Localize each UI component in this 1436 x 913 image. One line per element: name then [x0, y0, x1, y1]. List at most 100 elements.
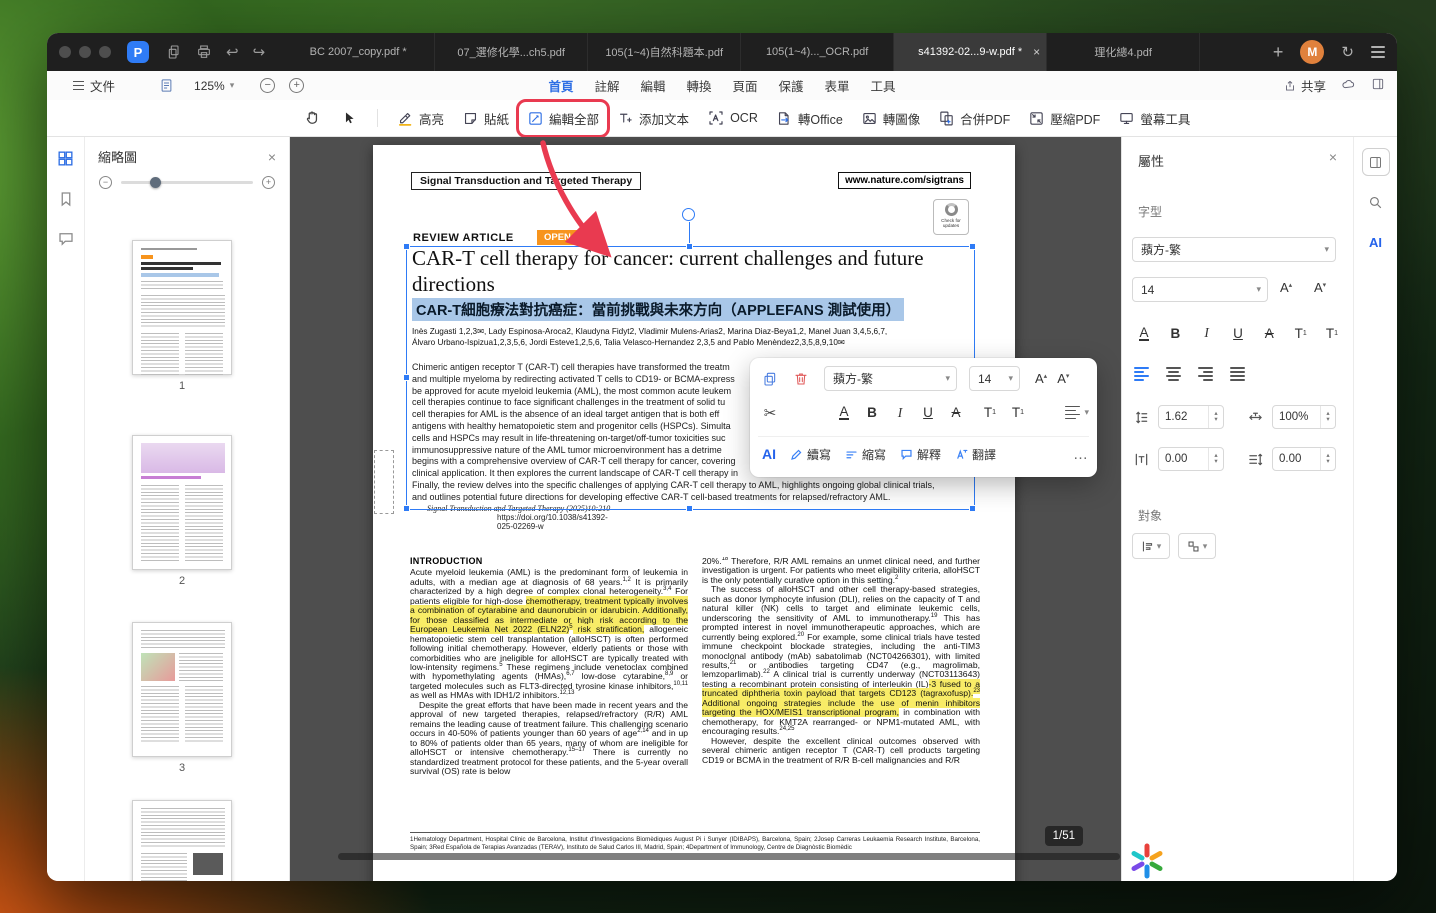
- duplicate-icon[interactable]: [758, 367, 782, 391]
- ai-continue-writing-button[interactable]: 續寫: [790, 446, 831, 463]
- subscript-button[interactable]: T1: [1004, 401, 1032, 425]
- scrollbar-thumb[interactable]: [338, 853, 1120, 860]
- character-spacing-stepper[interactable]: 0.00 ▴▾: [1158, 447, 1224, 471]
- to-image-button[interactable]: 轉圖像: [861, 109, 921, 128]
- properties-panel-toggle[interactable]: [1362, 148, 1390, 176]
- font-size-select[interactable]: 14 ▾: [969, 366, 1020, 391]
- avatar[interactable]: M: [1300, 40, 1324, 64]
- document-tab[interactable]: 105(1~4)自然科題本.pdf: [588, 33, 741, 71]
- increase-font-button[interactable]: A▴: [1035, 371, 1047, 386]
- page-thumbnail-3[interactable]: [132, 622, 232, 757]
- ai-badge[interactable]: AI: [762, 446, 776, 462]
- paragraph-spacing-stepper[interactable]: 0.00 ▴▾: [1272, 447, 1336, 471]
- tab-convert[interactable]: 轉換: [686, 76, 711, 95]
- new-tab-button[interactable]: +: [1273, 42, 1284, 63]
- close-panel-icon[interactable]: ×: [1329, 149, 1337, 165]
- to-office-button[interactable]: 轉Office: [776, 109, 843, 128]
- subscript-button[interactable]: T1: [1318, 321, 1346, 345]
- ai-summarize-button[interactable]: 縮寫: [845, 446, 886, 463]
- cloud-icon[interactable]: [1340, 77, 1357, 95]
- align-right-button[interactable]: [1198, 365, 1213, 383]
- ai-assistant-icon[interactable]: AI: [1369, 235, 1382, 250]
- tab-tools[interactable]: 工具: [871, 76, 896, 95]
- slider-knob[interactable]: [150, 177, 161, 188]
- document-tab[interactable]: BC 2007_copy.pdf *: [282, 33, 435, 71]
- ai-explain-button[interactable]: 解釋: [900, 446, 941, 463]
- italic-button[interactable]: I: [886, 401, 914, 425]
- close-window-button[interactable]: [59, 46, 71, 58]
- edit-all-button[interactable]: 編輯全部: [527, 109, 599, 128]
- italic-button[interactable]: I: [1193, 321, 1221, 345]
- align-center-button[interactable]: [1166, 365, 1181, 383]
- font-family-select[interactable]: 蘋方-繁 ▾: [1132, 237, 1336, 262]
- selection-handle-br[interactable]: [969, 505, 976, 512]
- collapse-toolbar-icon[interactable]: [1371, 77, 1385, 94]
- screen-tools-button[interactable]: 螢幕工具: [1118, 109, 1190, 128]
- zoom-out-button[interactable]: −: [260, 78, 275, 93]
- document-tab[interactable]: 理化總4.pdf: [1047, 33, 1200, 71]
- trash-icon[interactable]: [789, 367, 813, 391]
- distribute-objects-dropdown[interactable]: ▾: [1178, 533, 1216, 559]
- tab-home[interactable]: 首頁: [548, 76, 573, 95]
- line-spacing-stepper[interactable]: 1.62 ▴▾: [1158, 405, 1224, 429]
- selection-handle-tr[interactable]: [969, 243, 976, 250]
- page-thumbnail-1[interactable]: [132, 240, 232, 375]
- page-thumbnail-2[interactable]: [132, 435, 232, 570]
- selection-handle-bm[interactable]: [686, 505, 693, 512]
- page-thumbnail-4[interactable]: [132, 800, 232, 881]
- comment-icon[interactable]: [57, 230, 75, 253]
- share-button[interactable]: 共享: [1283, 76, 1326, 95]
- decrease-font-button[interactable]: A▾: [1314, 280, 1326, 295]
- strikethrough-button[interactable]: A: [942, 401, 970, 425]
- ocr-button[interactable]: OCR: [707, 109, 758, 127]
- horizontal-scrollbar[interactable]: [290, 853, 1121, 862]
- superscript-button[interactable]: T1: [1287, 321, 1315, 345]
- print-icon[interactable]: [196, 44, 212, 60]
- bookmark-icon[interactable]: [57, 190, 75, 213]
- close-tab-icon[interactable]: ×: [1033, 45, 1040, 59]
- strikethrough-button[interactable]: A: [1255, 321, 1283, 345]
- thumbnail-zoom-slider[interactable]: − +: [99, 176, 275, 189]
- align-left-button[interactable]: [1134, 365, 1149, 383]
- tab-edit[interactable]: 編輯: [640, 76, 665, 95]
- hand-tool[interactable]: [300, 105, 326, 131]
- thumbnails-panel-icon[interactable]: [56, 149, 75, 173]
- pages-icon[interactable]: [166, 44, 182, 60]
- zoom-level-select[interactable]: 125% ▾: [194, 79, 234, 93]
- document-tab[interactable]: 105(1~4)..._OCR.pdf: [741, 33, 894, 71]
- horizontal-scale-stepper[interactable]: 100% ▴▾: [1272, 405, 1336, 429]
- bold-button[interactable]: B: [858, 401, 886, 425]
- highlight-button[interactable]: 高亮: [397, 109, 444, 128]
- font-color-button[interactable]: A: [830, 401, 858, 425]
- search-icon[interactable]: [1367, 194, 1384, 216]
- rotate-handle[interactable]: [682, 208, 695, 221]
- zoom-in-icon[interactable]: +: [262, 176, 275, 189]
- selection-handle-tl[interactable]: [403, 243, 410, 250]
- underline-button[interactable]: U: [914, 401, 942, 425]
- redo-icon[interactable]: ↪: [253, 43, 266, 61]
- document-tab-active[interactable]: s41392-02...9-w.pdf * ×: [894, 33, 1047, 71]
- empty-text-frame[interactable]: [374, 450, 394, 514]
- zoom-in-button[interactable]: +: [289, 78, 304, 93]
- compress-pdf-button[interactable]: 壓縮PDF: [1028, 109, 1100, 128]
- increase-font-button[interactable]: A▴: [1280, 280, 1292, 295]
- alignment-dropdown[interactable]: ▾: [1065, 403, 1089, 421]
- fullscreen-window-button[interactable]: [99, 46, 111, 58]
- tab-annotate[interactable]: 註解: [594, 76, 619, 95]
- tab-page[interactable]: 頁面: [733, 76, 758, 95]
- font-size-select[interactable]: 14 ▾: [1132, 277, 1268, 302]
- ai-translate-button[interactable]: 翻譯: [955, 446, 996, 463]
- font-color-button[interactable]: A: [1130, 321, 1158, 345]
- tab-form[interactable]: 表單: [825, 76, 850, 95]
- merge-pdf-button[interactable]: 合併PDF: [938, 109, 1010, 128]
- close-panel-icon[interactable]: ×: [268, 149, 276, 165]
- font-family-select[interactable]: 蘋方-繁 ▾: [824, 366, 957, 391]
- minimize-window-button[interactable]: [79, 46, 91, 58]
- undo-icon[interactable]: ↩: [226, 43, 239, 61]
- menu-icon[interactable]: [1371, 43, 1385, 61]
- sync-icon[interactable]: ↻: [1341, 43, 1354, 61]
- decrease-font-button[interactable]: A▾: [1057, 371, 1069, 386]
- page-view-icon[interactable]: [159, 78, 174, 93]
- align-objects-dropdown[interactable]: ▾: [1132, 533, 1170, 559]
- bold-button[interactable]: B: [1161, 321, 1189, 345]
